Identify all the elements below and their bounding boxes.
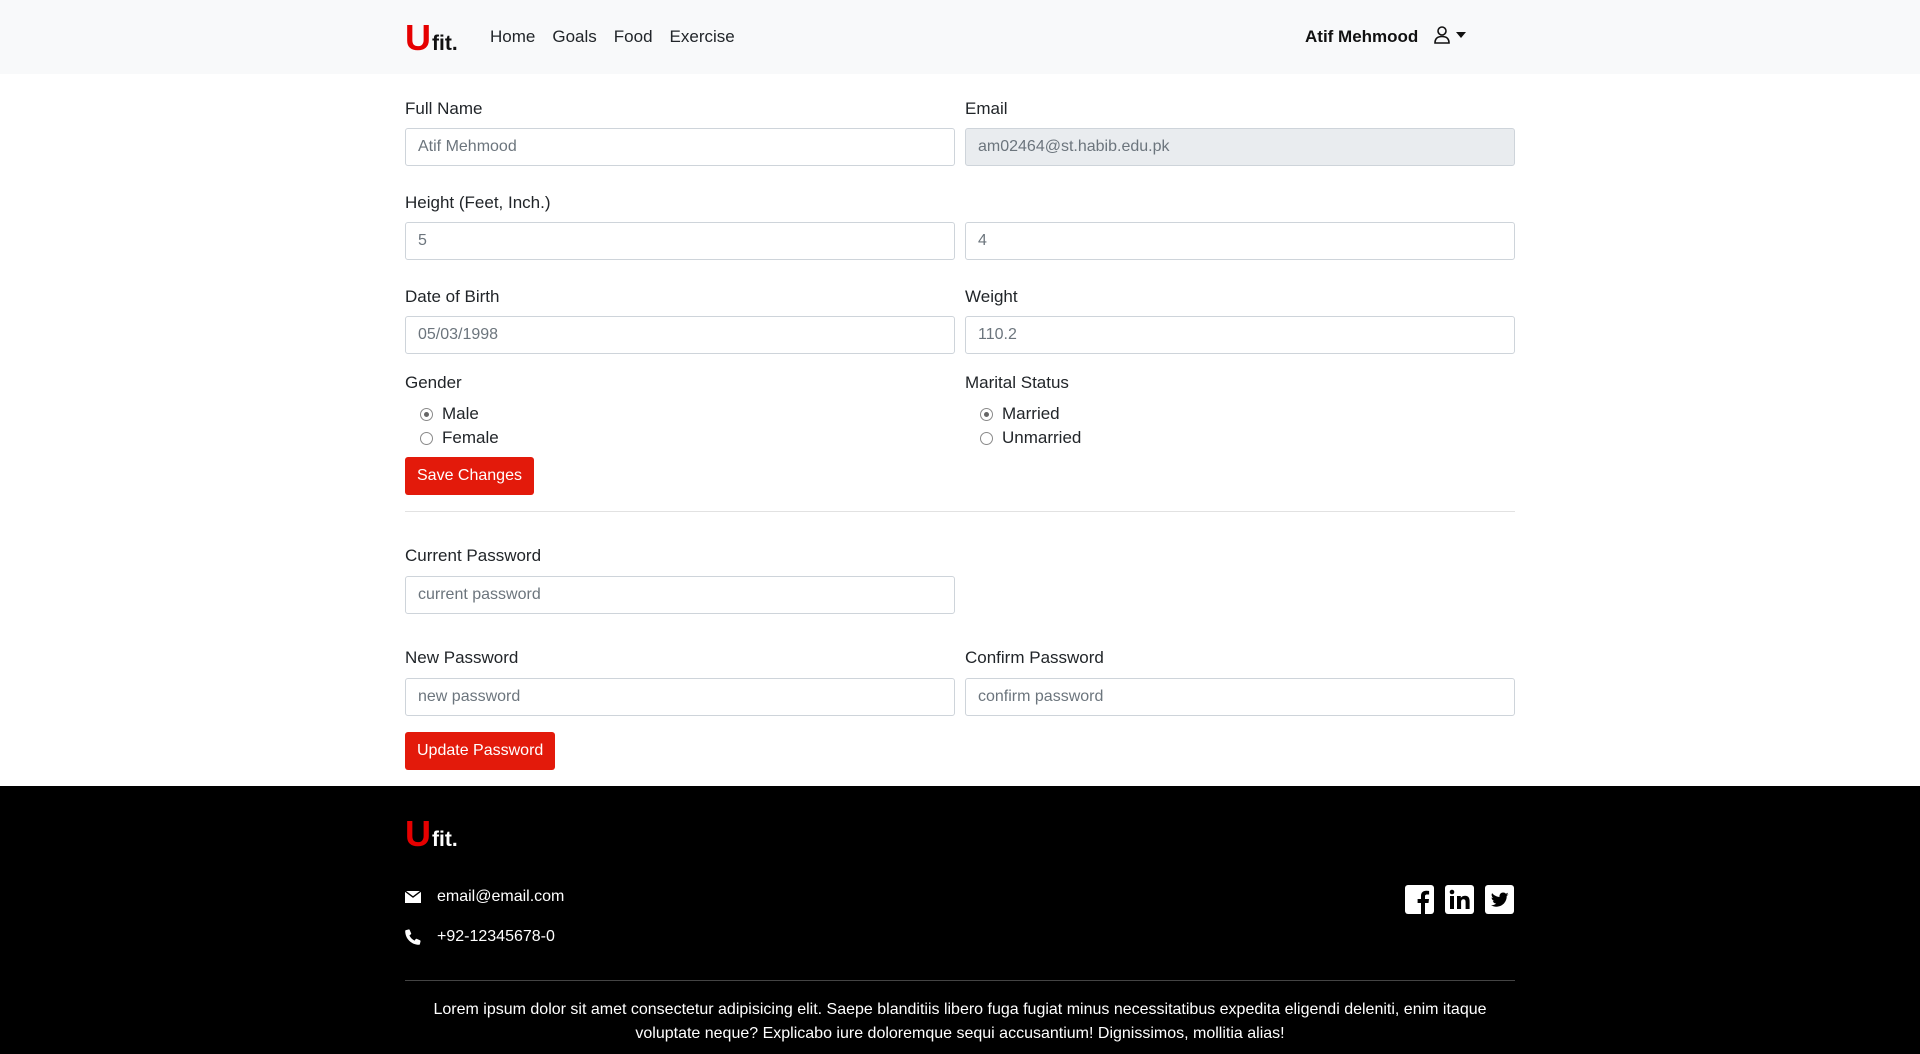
- gender-label: Gender: [405, 373, 462, 392]
- user-menu-dropdown[interactable]: [1434, 26, 1466, 44]
- footer-brand-u: U: [405, 813, 431, 854]
- footer-phone-text: +92-12345678-0: [437, 928, 555, 945]
- current-password-label: Current Password: [405, 546, 542, 565]
- marital-option-married[interactable]: Married: [980, 404, 1060, 424]
- radio-female[interactable]: [420, 431, 433, 445]
- marital-option-unmarried[interactable]: Unmarried: [980, 428, 1081, 448]
- gender-option-male[interactable]: Male: [420, 404, 479, 424]
- height-label: Height (Feet, Inch.): [405, 193, 551, 212]
- radio-male[interactable]: [420, 407, 433, 421]
- navbar: U fit. Home Goals Food Exercise Atif Meh…: [0, 0, 1920, 74]
- user-icon: [1434, 26, 1450, 44]
- facebook-icon[interactable]: [1405, 885, 1434, 914]
- marital-option-label: Married: [1002, 404, 1060, 423]
- height-feet-field[interactable]: [405, 222, 955, 260]
- nav-home[interactable]: Home: [490, 27, 535, 47]
- dob-label: Date of Birth: [405, 287, 500, 306]
- nav-goals[interactable]: Goals: [552, 27, 596, 47]
- social-links: [1405, 885, 1514, 914]
- dob-field[interactable]: [405, 316, 955, 354]
- brand-logo[interactable]: U fit.: [405, 20, 458, 56]
- envelope-icon: [405, 891, 423, 903]
- radio-married[interactable]: [980, 407, 993, 421]
- confirm-password-field[interactable]: [965, 678, 1515, 716]
- footer-email: email@email.com: [405, 888, 564, 906]
- footer-email-text: email@email.com: [437, 888, 565, 905]
- footer-description: Lorem ipsum dolor sit amet consectetur a…: [433, 1001, 1487, 1042]
- gender-option-label: Female: [442, 428, 499, 447]
- gender-option-label: Male: [442, 404, 479, 423]
- marital-status-label: Marital Status: [965, 373, 1069, 392]
- nav-exercise[interactable]: Exercise: [670, 27, 735, 47]
- footer: U fit. email@email.com +92-12345678-0 Lo…: [0, 786, 1920, 1054]
- email-field[interactable]: [965, 128, 1515, 166]
- email-label: Email: [965, 99, 1008, 118]
- radio-unmarried[interactable]: [980, 431, 993, 445]
- footer-brand-fit: fit.: [432, 828, 458, 851]
- current-password-field[interactable]: [405, 576, 955, 614]
- user-name: Atif Mehmood: [1305, 27, 1419, 46]
- phone-icon: [405, 929, 423, 945]
- new-password-field[interactable]: [405, 678, 955, 716]
- full-name-field[interactable]: [405, 128, 955, 166]
- section-divider: [405, 511, 1515, 512]
- gender-option-female[interactable]: Female: [420, 428, 499, 448]
- footer-phone: +92-12345678-0: [405, 928, 555, 946]
- linkedin-icon[interactable]: [1445, 885, 1474, 914]
- twitter-icon[interactable]: [1485, 885, 1514, 914]
- brand-logo-u: U: [405, 17, 431, 58]
- height-inch-field[interactable]: [965, 222, 1515, 260]
- new-password-label: New Password: [405, 648, 519, 667]
- marital-option-label: Unmarried: [1002, 428, 1082, 447]
- weight-label: Weight: [965, 287, 1018, 306]
- confirm-password-label: Confirm Password: [965, 648, 1104, 667]
- weight-field[interactable]: [965, 316, 1515, 354]
- footer-divider: [405, 980, 1515, 981]
- footer-brand-logo: U fit.: [405, 816, 458, 852]
- nav-links: Home Goals Food Exercise: [490, 27, 735, 47]
- chevron-down-icon: [1456, 32, 1466, 38]
- nav-food[interactable]: Food: [614, 27, 653, 47]
- update-password-button[interactable]: Update Password: [405, 732, 556, 770]
- full-name-label: Full Name: [405, 99, 483, 118]
- brand-logo-fit: fit.: [432, 32, 458, 55]
- save-changes-button[interactable]: Save Changes: [405, 457, 534, 495]
